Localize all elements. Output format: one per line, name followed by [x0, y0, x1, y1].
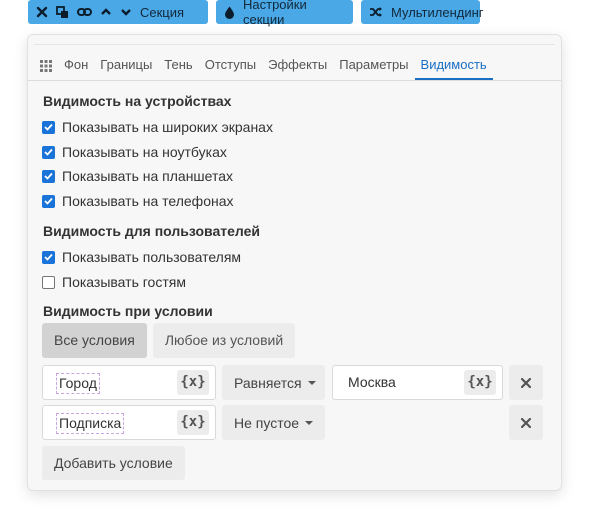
checkbox-checked[interactable] [42, 250, 55, 264]
operator-label: Равняется [234, 374, 302, 391]
remove-condition-button[interactable] [509, 365, 543, 400]
section-settings-button[interactable]: Настройки секции [216, 0, 353, 27]
checkbox-checked[interactable] [42, 120, 55, 134]
delete-icon[interactable] [36, 6, 48, 18]
section-label[interactable]: Секция [140, 5, 184, 20]
devices-title: Видимость на устройствах [43, 93, 232, 109]
checkbox-tablets[interactable]: Показывать на планшетах [42, 168, 233, 184]
variable-button[interactable]: {x} [464, 370, 496, 395]
section-toolbar: Секция Настройки секции Мультилендинг [28, 0, 484, 27]
remove-condition-button[interactable] [509, 405, 543, 440]
variable-button[interactable]: {x} [177, 410, 209, 435]
operator-dropdown[interactable]: Равняется [222, 365, 325, 400]
checkbox-show-guests[interactable]: Показывать гостям [42, 274, 186, 290]
panel-divider [34, 44, 555, 45]
any-condition-button[interactable]: Любое из условий [152, 323, 296, 358]
section-settings-label: Настройки секции [243, 0, 307, 27]
checkbox-show-users[interactable]: Показывать пользователям [42, 249, 241, 265]
checkbox-label: Показывать пользователям [62, 249, 242, 265]
users-title: Видимость для пользователей [43, 223, 260, 239]
tab-visibility[interactable]: Видимость [414, 55, 493, 80]
link-icon[interactable] [77, 6, 92, 18]
variable-button[interactable]: {x} [177, 370, 209, 395]
chevron-down-icon [305, 420, 314, 425]
checkbox-label: Показывать на ноутбуках [62, 144, 227, 160]
condition-field-input[interactable]: Город {x} [42, 365, 216, 400]
value-text: Москва [348, 374, 396, 390]
checkbox-wide-screens[interactable]: Показывать на широких экранах [42, 119, 273, 135]
all-conditions-button[interactable]: Все условия [42, 323, 147, 358]
condition-title: Видимость при условии [43, 303, 213, 319]
tab-borders[interactable]: Границы [94, 55, 158, 80]
checkbox-phones[interactable]: Показывать на телефонах [42, 193, 234, 209]
operator-label: Не пустое [234, 414, 300, 431]
checkbox-laptops[interactable]: Показывать на ноутбуках [42, 144, 227, 160]
checkbox-checked[interactable] [42, 169, 55, 183]
drop-icon [224, 6, 235, 19]
field-value: Подписка [56, 413, 125, 434]
add-condition-button[interactable]: Добавить условие [42, 446, 185, 480]
multilanding-label: Мультилендинг [391, 4, 484, 20]
operator-dropdown[interactable]: Не пустое [222, 405, 325, 440]
checkbox-label: Показывать гостям [62, 274, 186, 290]
checkbox-checked[interactable] [42, 194, 55, 208]
section-settings-panel: Фон Границы Тень Отступы Эффекты Парамет… [27, 34, 562, 491]
checkbox-label: Показывать на широких экранах [62, 119, 273, 135]
section-actions-group: Секция [28, 0, 208, 24]
condition-value-input[interactable]: Москва {x} [332, 365, 503, 400]
close-icon [521, 377, 531, 388]
condition-mode-toggle: Все условия Любое из условий [42, 323, 296, 358]
chevron-down-icon [307, 380, 316, 385]
duplicate-icon[interactable] [56, 5, 69, 19]
tab-parameters[interactable]: Параметры [333, 55, 414, 80]
field-value: Город [56, 373, 100, 394]
close-icon [521, 417, 531, 428]
checkbox-checked[interactable] [42, 145, 55, 159]
tab-background[interactable]: Фон [58, 55, 94, 80]
multilanding-button[interactable]: Мультилендинг [361, 0, 484, 24]
settings-tabs: Фон Границы Тень Отступы Эффекты Парамет… [28, 55, 561, 81]
tab-effects[interactable]: Эффекты [262, 55, 333, 80]
checkbox-label: Показывать на телефонах [62, 193, 234, 209]
move-up-icon[interactable] [100, 6, 112, 18]
move-down-icon[interactable] [120, 6, 132, 18]
checkbox-unchecked[interactable] [42, 275, 55, 289]
checkbox-label: Показывать на планшетах [62, 168, 234, 184]
tab-shadow[interactable]: Тень [158, 55, 198, 80]
shuffle-icon [369, 6, 383, 18]
tab-padding[interactable]: Отступы [199, 55, 262, 80]
condition-field-input[interactable]: Подписка {x} [42, 405, 216, 440]
grid-menu-icon[interactable] [38, 55, 58, 80]
